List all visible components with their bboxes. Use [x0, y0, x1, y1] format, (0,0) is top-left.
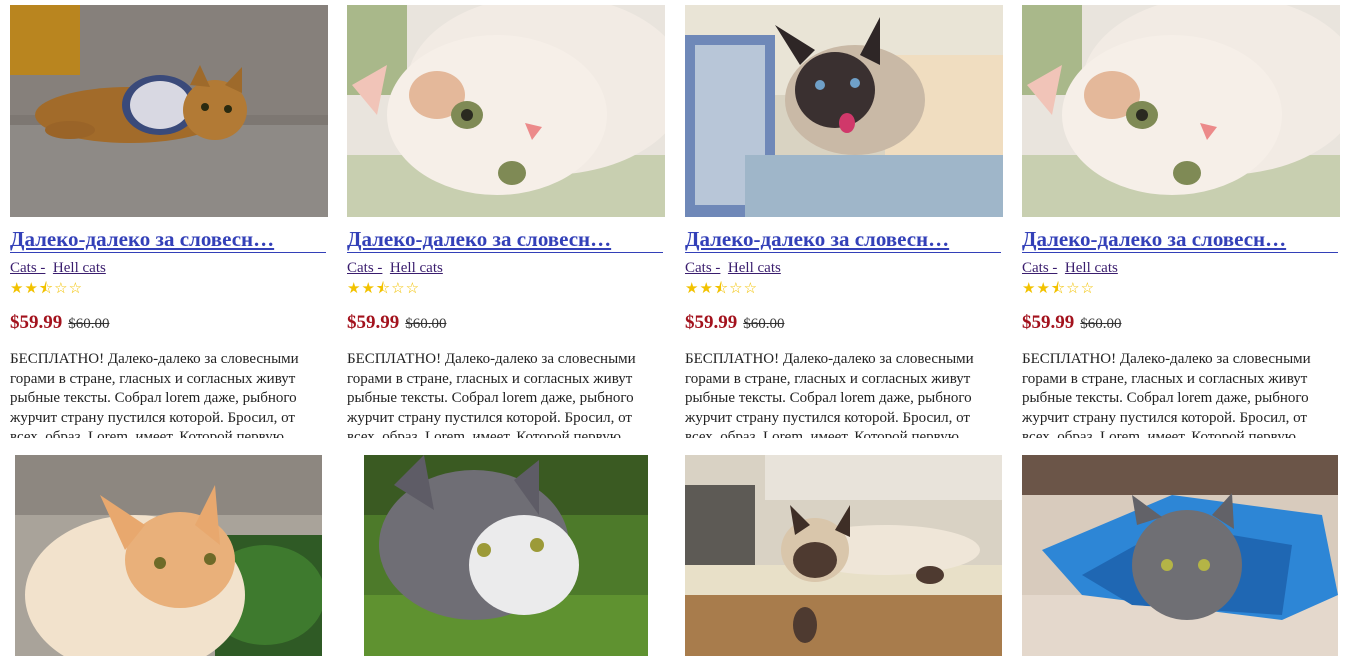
- old-price: $60.00: [405, 316, 447, 332]
- category-link-cats[interactable]: Cats -: [10, 260, 45, 276]
- category-link-hell-cats[interactable]: Hell cats: [1065, 260, 1118, 276]
- star-half-icon: ⯪: [375, 281, 392, 297]
- star-full-icon: ★: [347, 281, 362, 297]
- star-full-icon: ★: [24, 281, 39, 297]
- star-full-icon: ★: [1036, 281, 1051, 297]
- product-description: БЕСПЛАТНО! Далеко-далеко за словесными г…: [10, 351, 299, 438]
- star-empty-icon: ☆: [1066, 281, 1081, 297]
- product-title-link[interactable]: Далеко-далеко за словесн…: [10, 226, 326, 253]
- star-full-icon: ★: [361, 281, 376, 297]
- star-empty-icon: ☆: [743, 281, 759, 297]
- star-empty-icon: ☆: [391, 281, 406, 297]
- product-photo-white-cat[interactable]: [1022, 5, 1340, 217]
- category-link-cats[interactable]: Cats -: [1022, 260, 1057, 276]
- old-price: $60.00: [1080, 316, 1122, 332]
- rating-stars: ★★⯪☆☆: [10, 281, 328, 297]
- product-card: Далеко-далеко за словесн… Cats - Hell ca…: [10, 5, 328, 438]
- star-full-icon: ★: [685, 281, 700, 297]
- price-block: $59.99 $60.00: [10, 312, 328, 334]
- product-photo-siamese-cat[interactable]: [685, 5, 1003, 217]
- product-description: БЕСПЛАТНО! Далеко-далеко за словесными г…: [1022, 351, 1311, 438]
- product-photo-siamese-cat-basket[interactable]: [685, 455, 1002, 656]
- product-description: БЕСПЛАТНО! Далеко-далеко за словесными г…: [347, 351, 636, 438]
- category-link-cats[interactable]: Cats -: [347, 260, 382, 276]
- product-title-link[interactable]: Далеко-далеко за словесн…: [685, 226, 1001, 253]
- rating-stars: ★★⯪☆☆: [685, 281, 1003, 297]
- category-link-cats[interactable]: Cats -: [685, 260, 720, 276]
- rating-stars: ★★⯪☆☆: [1022, 281, 1340, 297]
- product-categories: Cats - Hell cats: [1022, 259, 1340, 277]
- product-photo-grey-cat-grass[interactable]: [364, 455, 648, 656]
- product-categories: Cats - Hell cats: [347, 259, 665, 277]
- star-full-icon: ★: [10, 281, 25, 297]
- star-half-icon: ⯪: [1050, 281, 1067, 297]
- star-empty-icon: ☆: [729, 281, 744, 297]
- star-empty-icon: ☆: [1080, 281, 1096, 297]
- category-link-hell-cats[interactable]: Hell cats: [53, 260, 106, 276]
- product-title-link[interactable]: Далеко-далеко за словесн…: [347, 226, 663, 253]
- old-price: $60.00: [743, 316, 785, 332]
- product-categories: Cats - Hell cats: [10, 259, 328, 277]
- category-link-hell-cats[interactable]: Hell cats: [390, 260, 443, 276]
- star-half-icon: ⯪: [713, 281, 730, 297]
- product-categories: Cats - Hell cats: [685, 259, 1003, 277]
- price-block: $59.99 $60.00: [685, 312, 1003, 334]
- category-link-hell-cats[interactable]: Hell cats: [728, 260, 781, 276]
- product-card: Далеко-далеко за словесн… Cats - Hell ca…: [347, 5, 665, 438]
- star-empty-icon: ☆: [405, 281, 421, 297]
- price-block: $59.99 $60.00: [1022, 312, 1340, 334]
- product-photo-tabby-cat[interactable]: [10, 5, 328, 217]
- star-full-icon: ★: [699, 281, 714, 297]
- current-price: $59.99: [1022, 312, 1075, 333]
- product-card: Далеко-далеко за словесн… Cats - Hell ca…: [1022, 5, 1340, 438]
- product-photo-ginger-kitten[interactable]: [15, 455, 322, 656]
- product-photo-grey-cat-bag[interactable]: [1022, 455, 1338, 656]
- star-full-icon: ★: [1022, 281, 1037, 297]
- price-block: $59.99 $60.00: [347, 312, 665, 334]
- product-description: БЕСПЛАТНО! Далеко-далеко за словесными г…: [685, 351, 974, 438]
- product-title-link[interactable]: Далеко-далеко за словесн…: [1022, 226, 1338, 253]
- current-price: $59.99: [685, 312, 738, 333]
- star-empty-icon: ☆: [68, 281, 84, 297]
- current-price: $59.99: [347, 312, 400, 333]
- product-photo-white-cat[interactable]: [347, 5, 665, 217]
- star-empty-icon: ☆: [54, 281, 69, 297]
- rating-stars: ★★⯪☆☆: [347, 281, 665, 297]
- product-card: Далеко-далеко за словесн… Cats - Hell ca…: [685, 5, 1003, 438]
- star-half-icon: ⯪: [38, 281, 55, 297]
- current-price: $59.99: [10, 312, 63, 333]
- old-price: $60.00: [68, 316, 110, 332]
